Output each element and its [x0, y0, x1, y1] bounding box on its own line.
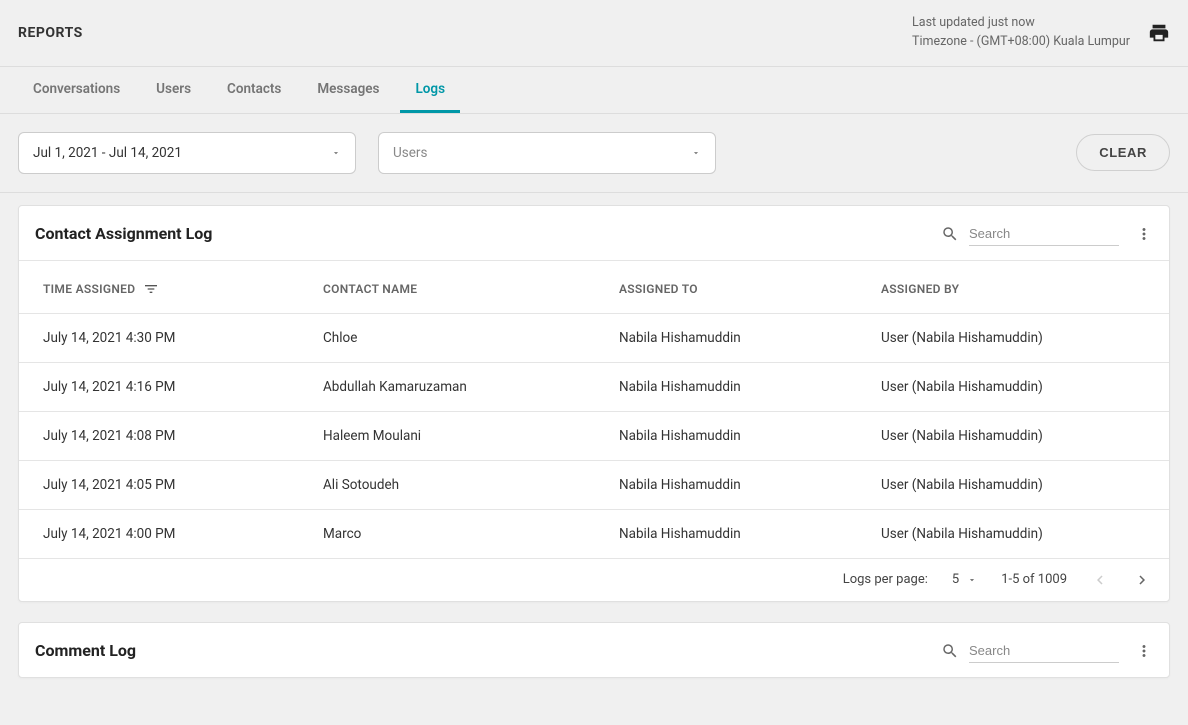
cell-contact: Marco: [299, 509, 595, 558]
pagination: Logs per page: 5 1-5 of 1009: [19, 559, 1169, 601]
contact-log-card: Contact Assignment Log TIME ASSIGNED: [18, 205, 1170, 602]
cell-time: July 14, 2021 4:08 PM: [19, 411, 299, 460]
cell-time: July 14, 2021 4:05 PM: [19, 460, 299, 509]
timezone: Timezone - (GMT+08:00) Kuala Lumpur: [912, 33, 1130, 52]
more-vert-icon[interactable]: [1135, 642, 1153, 660]
cell-assigned_by: User (Nabila Hishamuddin): [857, 362, 1169, 411]
cell-assigned_to: Nabila Hishamuddin: [595, 362, 857, 411]
chevron-down-icon: [331, 148, 341, 158]
cell-time: July 14, 2021 4:30 PM: [19, 313, 299, 362]
tab-users[interactable]: Users: [141, 67, 206, 113]
search-input[interactable]: [969, 222, 1119, 246]
filters-row: Jul 1, 2021 - Jul 14, 2021 Users CLEAR: [0, 114, 1188, 193]
cell-contact: Chloe: [299, 313, 595, 362]
date-range-select[interactable]: Jul 1, 2021 - Jul 14, 2021: [18, 132, 356, 174]
cell-assigned_by: User (Nabila Hishamuddin): [857, 460, 1169, 509]
cell-assigned_to: Nabila Hishamuddin: [595, 509, 857, 558]
prev-page-icon[interactable]: [1091, 571, 1109, 589]
table-row[interactable]: July 14, 2021 4:16 PMAbdullah Kamaruzama…: [19, 362, 1169, 411]
cell-time: July 14, 2021 4:00 PM: [19, 509, 299, 558]
date-range-value: Jul 1, 2021 - Jul 14, 2021: [33, 145, 182, 161]
top-bar-right: Last updated just now Timezone - (GMT+08…: [912, 14, 1170, 52]
table-row[interactable]: July 14, 2021 4:05 PMAli SotoudehNabila …: [19, 460, 1169, 509]
table-row[interactable]: July 14, 2021 4:08 PMHaleem MoulaniNabil…: [19, 411, 1169, 460]
page-title: REPORTS: [18, 25, 83, 41]
tab-messages[interactable]: Messages: [302, 67, 394, 113]
col-assigned-to[interactable]: ASSIGNED TO: [595, 260, 857, 313]
per-page-label: Logs per page:: [843, 572, 928, 587]
card-header: Contact Assignment Log: [19, 206, 1169, 260]
tab-conversations[interactable]: Conversations: [18, 67, 135, 113]
tab-logs[interactable]: Logs: [400, 67, 460, 113]
search-icon: [941, 642, 959, 660]
search-input[interactable]: [969, 639, 1119, 663]
print-icon[interactable]: [1148, 22, 1170, 44]
content: Contact Assignment Log TIME ASSIGNED: [0, 193, 1188, 716]
cell-assigned_by: User (Nabila Hishamuddin): [857, 313, 1169, 362]
chevron-down-icon: [691, 148, 701, 158]
per-page-value: 5: [952, 572, 959, 587]
cell-assigned_to: Nabila Hishamuddin: [595, 411, 857, 460]
table-header-row: TIME ASSIGNED CONTACT NAME ASSIGNED TO A…: [19, 260, 1169, 313]
col-contact-name[interactable]: CONTACT NAME: [299, 260, 595, 313]
meta-info: Last updated just now Timezone - (GMT+08…: [912, 14, 1130, 52]
last-updated: Last updated just now: [912, 14, 1130, 33]
clear-button[interactable]: CLEAR: [1076, 134, 1170, 171]
search-wrap: [941, 222, 1119, 246]
table-row[interactable]: July 14, 2021 4:00 PMMarcoNabila Hishamu…: [19, 509, 1169, 558]
card-title: Comment Log: [35, 641, 941, 660]
contact-log-table: TIME ASSIGNED CONTACT NAME ASSIGNED TO A…: [19, 260, 1169, 559]
users-select[interactable]: Users: [378, 132, 716, 174]
cell-assigned_by: User (Nabila Hishamuddin): [857, 509, 1169, 558]
cell-contact: Abdullah Kamaruzaman: [299, 362, 595, 411]
table-row[interactable]: July 14, 2021 4:30 PMChloeNabila Hishamu…: [19, 313, 1169, 362]
tab-contacts[interactable]: Contacts: [212, 67, 296, 113]
col-time-assigned[interactable]: TIME ASSIGNED: [19, 260, 299, 313]
next-page-icon[interactable]: [1133, 571, 1151, 589]
per-page-select[interactable]: 5: [952, 572, 977, 587]
search-wrap: [941, 639, 1119, 663]
card-header: Comment Log: [19, 623, 1169, 677]
cell-contact: Ali Sotoudeh: [299, 460, 595, 509]
cell-time: July 14, 2021 4:16 PM: [19, 362, 299, 411]
tabs: Conversations Users Contacts Messages Lo…: [0, 67, 1188, 114]
cell-assigned_to: Nabila Hishamuddin: [595, 313, 857, 362]
chevron-down-icon: [967, 575, 977, 585]
card-title: Contact Assignment Log: [35, 224, 941, 243]
cell-assigned_by: User (Nabila Hishamuddin): [857, 411, 1169, 460]
cell-assigned_to: Nabila Hishamuddin: [595, 460, 857, 509]
top-bar: REPORTS Last updated just now Timezone -…: [0, 0, 1188, 67]
cell-contact: Haleem Moulani: [299, 411, 595, 460]
users-placeholder: Users: [393, 145, 427, 161]
page-range: 1-5 of 1009: [1001, 572, 1067, 587]
col-assigned-by[interactable]: ASSIGNED BY: [857, 260, 1169, 313]
filter-list-icon: [143, 281, 159, 297]
more-vert-icon[interactable]: [1135, 225, 1153, 243]
comment-log-card: Comment Log: [18, 622, 1170, 678]
search-icon: [941, 225, 959, 243]
